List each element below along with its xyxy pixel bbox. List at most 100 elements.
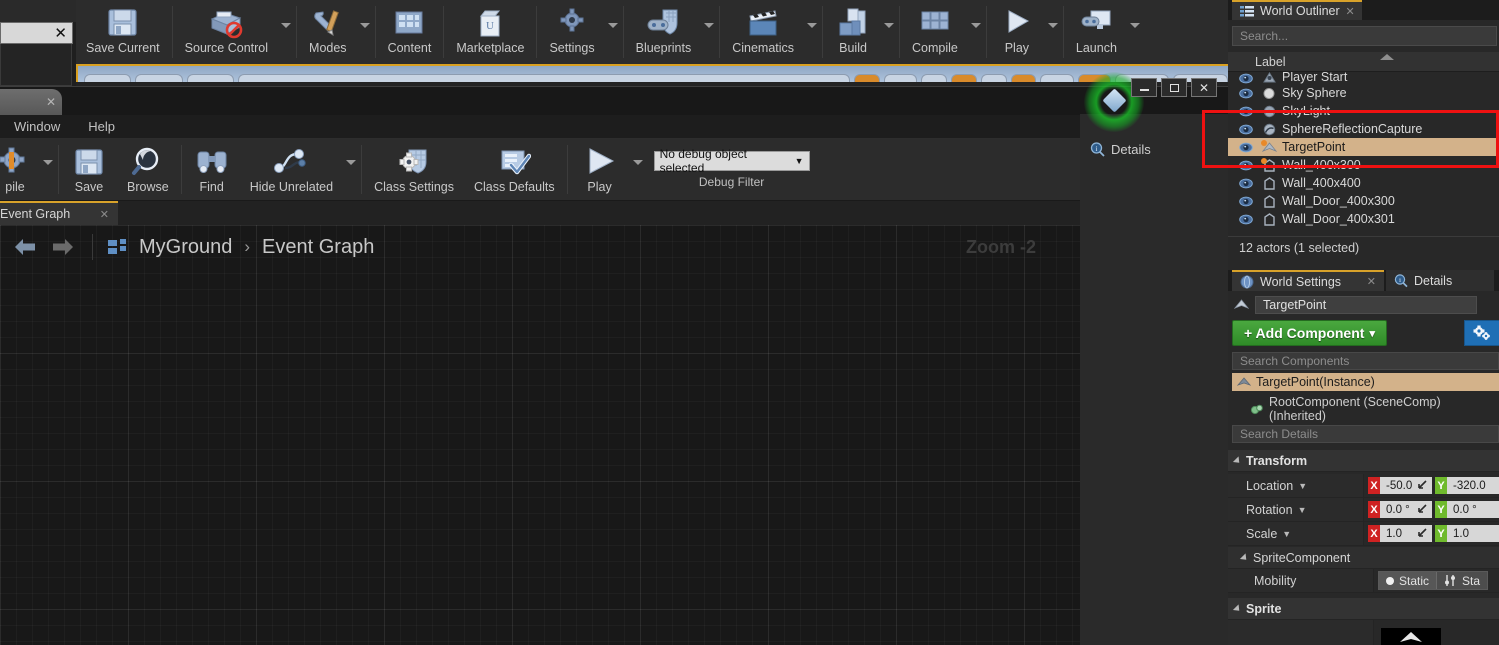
clipped-search-field[interactable]: ✕ xyxy=(0,22,73,44)
visibility-eye-icon[interactable] xyxy=(1236,214,1256,225)
tab-world-settings[interactable]: World Settings ✕ xyxy=(1232,270,1384,291)
property-name[interactable]: Rotation ▼ xyxy=(1228,498,1364,521)
rotation-x-field[interactable]: X 0.0 ° xyxy=(1368,501,1432,518)
search-components-input[interactable]: Search Components xyxy=(1232,352,1499,370)
search-details-input[interactable]: Search Details xyxy=(1232,425,1499,443)
minimize-button[interactable] xyxy=(1131,78,1157,97)
back-arrow-icon[interactable] xyxy=(10,234,40,260)
close-icon[interactable]: ✕ xyxy=(1345,5,1354,18)
breadcrumb-root[interactable]: MyGround xyxy=(139,236,232,259)
close-icon[interactable]: ✕ xyxy=(54,26,67,41)
visibility-eye-icon[interactable] xyxy=(1236,142,1256,153)
compile-caret[interactable] xyxy=(968,0,984,64)
bp-compile-caret[interactable] xyxy=(40,139,56,200)
actor-name-input[interactable]: TargetPoint xyxy=(1255,296,1477,314)
outliner-row-wall-door-400x300[interactable]: Wall_Door_400x300 xyxy=(1228,192,1499,210)
outliner-row-wall-door-400x301[interactable]: Wall_Door_400x301 xyxy=(1228,210,1499,228)
launch-caret[interactable] xyxy=(1127,0,1143,64)
bp-toolbar-find[interactable]: Find xyxy=(184,139,240,200)
location-y-value[interactable]: -320.0 xyxy=(1447,477,1499,494)
cinematics-caret[interactable] xyxy=(804,0,820,64)
component-row-root-component[interactable]: RootComponent (SceneComp) (Inherited) xyxy=(1232,395,1499,423)
toolbar-source-control[interactable]: Source Control xyxy=(175,0,278,64)
toolbar-build[interactable]: Build xyxy=(825,0,881,64)
outliner-row-wall-400x300[interactable]: Wall_400x300 xyxy=(1228,156,1499,174)
toolbar-save-current[interactable]: Save Current xyxy=(76,0,170,64)
forward-arrow-icon[interactable] xyxy=(48,234,78,260)
component-row-target-point[interactable]: TargetPoint(Instance) xyxy=(1232,373,1499,391)
bp-play-caret[interactable] xyxy=(630,139,646,200)
location-x-value[interactable]: -50.0 xyxy=(1380,477,1432,494)
bp-toolbar-hide-unrelated[interactable]: Hide Unrelated xyxy=(240,139,343,200)
scale-y-value[interactable]: 1.0 xyxy=(1447,525,1499,542)
chevron-down-icon[interactable]: ▼ xyxy=(1298,481,1307,491)
chevron-down-icon[interactable]: ▼ xyxy=(1298,505,1307,515)
visibility-eye-icon[interactable] xyxy=(1236,106,1256,117)
outliner-row-player-start[interactable]: Player Start xyxy=(1228,72,1499,84)
toolbar-content[interactable]: Content xyxy=(378,0,442,64)
toolbar-play[interactable]: Play xyxy=(989,0,1045,64)
toolbar-cinematics[interactable]: Cinematics xyxy=(722,0,804,64)
scale-y-field[interactable]: Y 1.0 xyxy=(1435,525,1499,542)
outliner-row-sky-sphere[interactable]: Sky Sphere xyxy=(1228,84,1499,102)
source-control-caret[interactable] xyxy=(278,0,294,64)
chevron-down-icon[interactable]: ▼ xyxy=(1282,529,1291,539)
outliner-row-targetpoint[interactable]: TargetPoint xyxy=(1228,138,1499,156)
blueprint-details-tab[interactable]: i Details xyxy=(1080,137,1228,161)
location-y-field[interactable]: Y -320.0 xyxy=(1435,477,1499,494)
bp-toolbar-class-defaults[interactable]: Class Defaults xyxy=(464,139,565,200)
section-sprite[interactable]: Sprite xyxy=(1228,598,1499,620)
mobility-segmented-control[interactable]: Static Sta xyxy=(1378,571,1489,590)
bp-toolbar-class-settings[interactable]: Class Settings xyxy=(364,139,464,200)
outliner-search-input[interactable]: Search... xyxy=(1232,26,1497,46)
bp-toolbar-compile[interactable]: pile xyxy=(0,139,40,200)
event-graph-canvas[interactable]: MyGround › Event Graph Zoom -2 TargetPoi… xyxy=(0,225,1080,645)
property-name[interactable]: Scale ▼ xyxy=(1228,522,1364,545)
visibility-eye-icon[interactable] xyxy=(1236,178,1256,189)
menu-window[interactable]: Window xyxy=(0,119,74,134)
tab-world-outliner[interactable]: World Outliner ✕ xyxy=(1232,0,1362,20)
close-icon[interactable]: ✕ xyxy=(46,95,56,109)
toolbar-compile[interactable]: Compile xyxy=(902,0,968,64)
visibility-eye-icon[interactable] xyxy=(1236,124,1256,135)
toolbar-settings[interactable]: Settings xyxy=(539,0,604,64)
scale-x-value[interactable]: 1.0 xyxy=(1380,525,1432,542)
section-transform[interactable]: Transform xyxy=(1228,450,1499,472)
close-button[interactable]: ✕ xyxy=(1191,78,1217,97)
close-icon[interactable]: ✕ xyxy=(1367,275,1376,288)
outliner-row-spherereflectioncapture[interactable]: SphereReflectionCapture xyxy=(1228,120,1499,138)
blueprints-caret[interactable] xyxy=(701,0,717,64)
outliner-row-skylight[interactable]: SkyLight xyxy=(1228,102,1499,120)
blueprint-window-tab[interactable]: ✕ xyxy=(0,89,62,115)
level-viewport-strip[interactable] xyxy=(76,64,1228,86)
settings-caret[interactable] xyxy=(605,0,621,64)
outliner-list[interactable]: Player Start Sky Sphere SkyLight SphereRefl… xyxy=(1228,72,1499,235)
rotation-y-value[interactable]: 0.0 ° xyxy=(1447,501,1499,518)
outliner-column-header[interactable]: Label xyxy=(1228,52,1499,72)
drag-handle-icon[interactable] xyxy=(1418,528,1428,538)
visibility-eye-icon[interactable] xyxy=(1236,73,1256,84)
debug-object-select[interactable]: No debug object selected ▼ xyxy=(653,147,810,175)
location-x-field[interactable]: X -50.0 xyxy=(1368,477,1432,494)
visibility-eye-icon[interactable] xyxy=(1236,88,1256,99)
tab-event-graph[interactable]: Event Graph ✕ xyxy=(0,201,118,225)
blueprint-edit-button[interactable] xyxy=(1464,320,1499,346)
outliner-row-wall-400x400[interactable]: Wall_400x400 xyxy=(1228,174,1499,192)
section-sprite-component[interactable]: SpriteComponent xyxy=(1228,547,1499,569)
sprite-thumbnail[interactable] xyxy=(1381,628,1441,645)
toolbar-modes[interactable]: Modes xyxy=(299,0,357,64)
tab-details[interactable]: i Details xyxy=(1386,270,1494,291)
close-icon[interactable]: ✕ xyxy=(100,208,109,221)
rotation-y-field[interactable]: Y 0.0 ° xyxy=(1435,501,1499,518)
visibility-eye-icon[interactable] xyxy=(1236,160,1256,171)
rotation-x-value[interactable]: 0.0 ° xyxy=(1380,501,1432,518)
modes-caret[interactable] xyxy=(357,0,373,64)
scale-x-field[interactable]: X 1.0 xyxy=(1368,525,1432,542)
mobility-option-static[interactable]: Static xyxy=(1379,572,1437,589)
bp-hide-unrelated-caret[interactable] xyxy=(343,139,359,200)
drag-handle-icon[interactable] xyxy=(1418,480,1428,490)
toolbar-marketplace[interactable]: U Marketplace xyxy=(446,0,534,64)
bp-toolbar-browse[interactable]: Browse xyxy=(117,139,179,200)
play-caret[interactable] xyxy=(1045,0,1061,64)
build-caret[interactable] xyxy=(881,0,897,64)
